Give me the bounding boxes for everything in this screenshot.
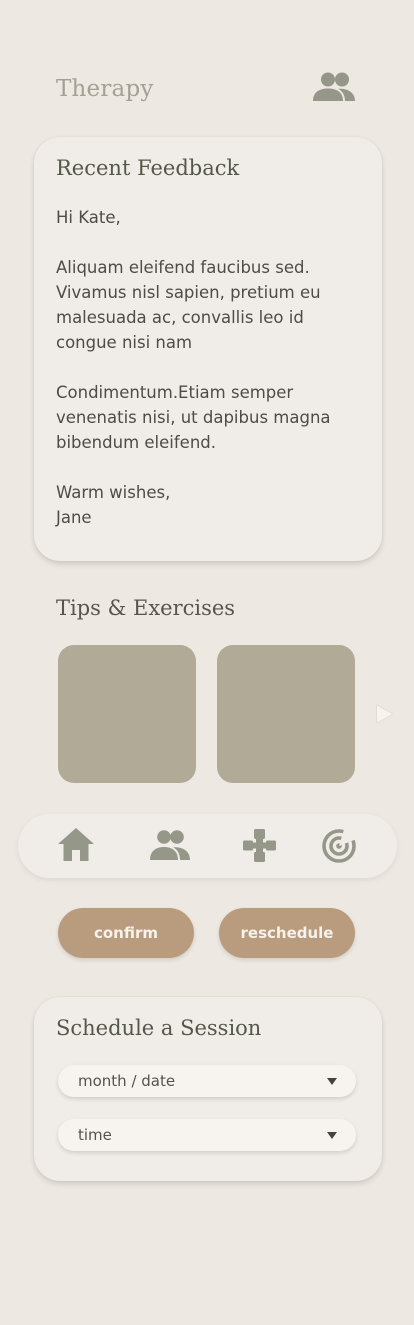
feedback-signature: Jane bbox=[56, 508, 92, 527]
caret-down-icon bbox=[327, 1132, 337, 1139]
bottom-nav bbox=[18, 814, 397, 878]
exercise-tile[interactable] bbox=[58, 645, 196, 783]
feedback-greeting: Hi Kate, bbox=[56, 208, 121, 227]
feedback-message: Hi Kate, Aliquam eleifend faucibus sed. … bbox=[56, 205, 368, 530]
feedback-paragraph: Condimentum.Etiam semper venenatis nisi,… bbox=[56, 383, 331, 452]
feedback-signoff: Warm wishes, Jane bbox=[56, 480, 368, 530]
chevron-right-icon[interactable] bbox=[374, 702, 396, 726]
date-select-placeholder: month / date bbox=[78, 1072, 176, 1090]
schedule-title: Schedule a Session bbox=[56, 1016, 262, 1040]
feedback-title: Recent Feedback bbox=[56, 156, 240, 180]
feedback-paragraph: Aliquam eleifend faucibus sed. Vivamus n… bbox=[56, 258, 321, 352]
people-icon[interactable] bbox=[150, 826, 190, 866]
feedback-card: Recent Feedback Hi Kate, Aliquam eleifen… bbox=[34, 137, 382, 561]
gamepad-icon[interactable] bbox=[240, 826, 280, 866]
progress-icon[interactable] bbox=[319, 826, 359, 866]
reschedule-button[interactable]: reschedule bbox=[219, 908, 355, 958]
feedback-signoff-text: Warm wishes, bbox=[56, 483, 171, 502]
caret-down-icon bbox=[327, 1078, 337, 1085]
confirm-button[interactable]: confirm bbox=[58, 908, 194, 958]
page-title: Therapy bbox=[56, 76, 154, 102]
date-select[interactable]: month / date bbox=[58, 1065, 356, 1097]
header: Therapy bbox=[0, 0, 414, 130]
tips-title: Tips & Exercises bbox=[56, 596, 236, 620]
home-icon[interactable] bbox=[56, 826, 96, 866]
schedule-card: Schedule a Session month / date time bbox=[34, 997, 382, 1181]
exercise-tile[interactable] bbox=[217, 645, 355, 783]
time-select-placeholder: time bbox=[78, 1126, 112, 1144]
people-icon[interactable] bbox=[312, 70, 356, 106]
time-select[interactable]: time bbox=[58, 1119, 356, 1151]
